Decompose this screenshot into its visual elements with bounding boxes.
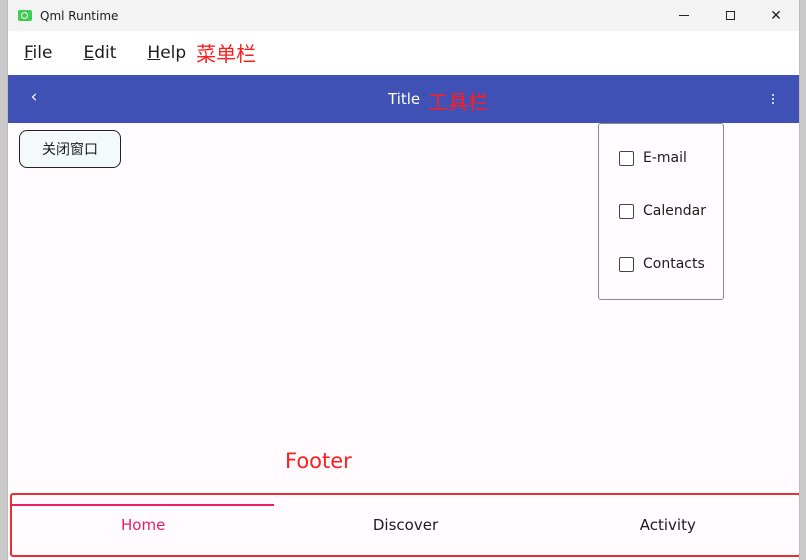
minimize-button[interactable] [661, 0, 707, 31]
window-title: Qml Runtime [40, 8, 119, 23]
contacts-checkbox[interactable] [619, 256, 634, 272]
maximize-button[interactable] [707, 0, 753, 31]
close-button[interactable]: ✕ [753, 0, 799, 31]
tab-discover[interactable]: Discover [274, 495, 536, 555]
menu-help-rest: elp [160, 43, 187, 63]
options-popup-menu: E-mail Calendar Contacts [598, 123, 724, 300]
footer-annotation: Footer [285, 449, 352, 473]
menu-file-mnemonic: F [24, 43, 33, 63]
toolbar-title: Title [388, 90, 421, 108]
menu-edit-rest: dit [94, 43, 117, 63]
menu-file-rest: ile [32, 43, 53, 63]
back-button[interactable]: ‹ [24, 87, 44, 107]
minimize-icon [679, 15, 689, 16]
menu-edit-mnemonic: E [83, 43, 95, 63]
tool-bar: ‹ Title 工具栏 [8, 75, 799, 123]
qt-logo-icon [18, 10, 32, 21]
popup-item-label: Calendar [643, 203, 706, 219]
menubar-annotation: 菜单栏 [196, 41, 257, 66]
footer-tab-bar: Home Discover Activity [10, 493, 799, 557]
popup-item-label: Contacts [643, 256, 705, 272]
menu-help-mnemonic: H [147, 43, 161, 63]
menu-bar: File Edit Help 菜单栏 [8, 31, 799, 75]
tab-label: Discover [372, 516, 439, 534]
more-dot-icon [772, 102, 774, 104]
menu-edit[interactable]: Edit [83, 43, 116, 63]
close-icon: ✕ [770, 7, 782, 24]
tab-home[interactable]: Home [12, 495, 275, 555]
popup-item-contacts[interactable]: Contacts [619, 256, 705, 272]
toolbar-annotation: 工具栏 [428, 90, 488, 114]
menu-file[interactable]: File [24, 43, 52, 63]
close-window-button[interactable]: 关闭窗口 [19, 130, 121, 168]
menu-help[interactable]: Help [147, 43, 186, 63]
maximize-icon [725, 11, 735, 20]
window-controls: ✕ [661, 0, 799, 31]
tab-activity[interactable]: Activity [537, 495, 799, 555]
more-dot-icon [772, 98, 774, 100]
title-bar: Qml Runtime ✕ [8, 0, 799, 31]
popup-item-email[interactable]: E-mail [619, 150, 687, 166]
email-checkbox[interactable] [619, 150, 634, 166]
popup-item-calendar[interactable]: Calendar [619, 203, 706, 219]
tab-label: Home [121, 516, 166, 534]
tab-label: Activity [639, 516, 696, 534]
active-tab-indicator [12, 504, 275, 506]
app-window: Qml Runtime ✕ File Edit Help 菜单栏 ‹ Title… [7, 0, 800, 560]
calendar-checkbox[interactable] [619, 203, 634, 219]
popup-item-label: E-mail [643, 150, 687, 166]
more-options-button[interactable] [768, 89, 778, 109]
more-dot-icon [772, 94, 774, 96]
